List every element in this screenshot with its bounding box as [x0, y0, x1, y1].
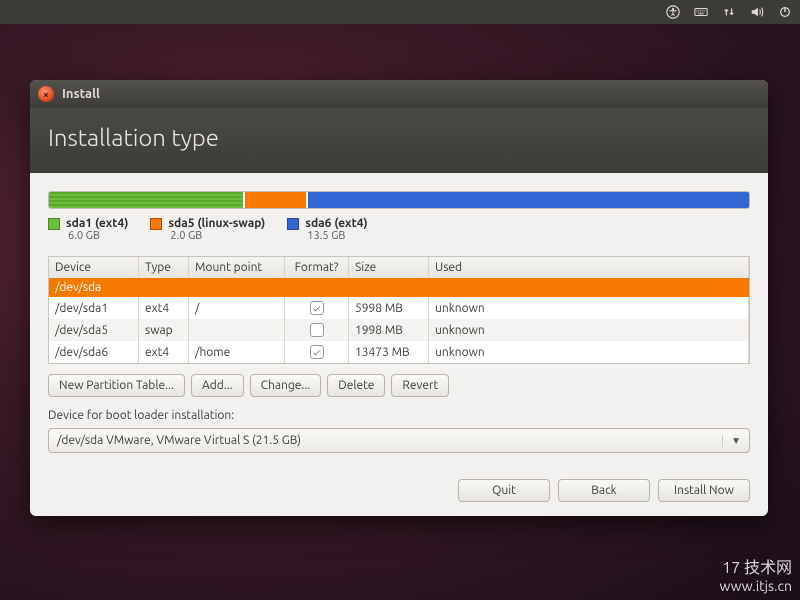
window-titlebar[interactable]: × Install [30, 80, 768, 108]
header-area: Installation type [30, 108, 768, 173]
partition-legend: sda1 (ext4) 6.0 GB sda5 (linux-swap) 2.0… [48, 217, 750, 242]
close-icon[interactable]: × [38, 86, 54, 102]
cell-device: /dev/sda6 [49, 341, 139, 363]
volume-icon[interactable] [750, 5, 764, 19]
legend-size: 13.5 GB [287, 230, 367, 242]
swatch-icon [150, 218, 162, 230]
partition-seg-sda5[interactable] [245, 192, 308, 208]
cell-mountpoint [189, 319, 285, 341]
system-menubar [0, 0, 800, 24]
th-format[interactable]: Format? [285, 257, 349, 278]
partition-table: Device Type Mount point Format? Size Use… [48, 256, 750, 364]
checkbox-icon[interactable]: ✓ [310, 345, 324, 359]
legend-label: sda1 (ext4) [66, 217, 128, 230]
cell-used: unknown [429, 297, 749, 319]
legend-item: sda1 (ext4) 6.0 GB [48, 217, 128, 242]
th-size[interactable]: Size [349, 257, 429, 278]
swatch-icon [48, 218, 60, 230]
bootloader-combo[interactable]: /dev/sda VMware, VMware Virtual S (21.5 … [48, 428, 750, 453]
add-button[interactable]: Add... [191, 374, 244, 397]
th-type[interactable]: Type [139, 257, 189, 278]
new-partition-table-button[interactable]: New Partition Table... [48, 374, 185, 397]
keyboard-icon[interactable] [694, 5, 708, 19]
th-mountpoint[interactable]: Mount point [189, 257, 285, 278]
table-row[interactable]: /dev/sda1 ext4 / ✓ 5998 MB unknown [49, 297, 749, 319]
chevron-down-icon: ▼ [722, 435, 741, 447]
cell-mountpoint: /home [189, 341, 285, 363]
legend-size: 2.0 GB [150, 230, 265, 242]
legend-size: 6.0 GB [48, 230, 128, 242]
cell-mountpoint: / [189, 297, 285, 319]
partition-bar[interactable] [48, 191, 750, 209]
cell-type: ext4 [139, 341, 189, 363]
install-now-button[interactable]: Install Now [658, 479, 750, 502]
bootloader-label: Device for boot loader installation: [48, 409, 750, 422]
window-title: Install [62, 87, 100, 101]
page-heading: Installation type [48, 124, 750, 151]
cell-size: 5998 MB [349, 297, 429, 319]
legend-item: sda6 (ext4) 13.5 GB [287, 217, 367, 242]
group-device: /dev/sda [49, 278, 749, 297]
table-header: Device Type Mount point Format? Size Use… [49, 257, 749, 278]
partition-seg-sda1[interactable] [49, 192, 245, 208]
power-icon[interactable] [778, 5, 792, 19]
legend-label: sda6 (ext4) [305, 217, 367, 230]
watermark-line2: www.itjs.cn [720, 578, 792, 594]
revert-button[interactable]: Revert [391, 374, 449, 397]
cell-type: swap [139, 319, 189, 341]
th-device[interactable]: Device [49, 257, 139, 278]
accessibility-icon[interactable] [666, 5, 680, 19]
checkbox-icon[interactable]: ✓ [310, 301, 324, 315]
cell-type: ext4 [139, 297, 189, 319]
change-button[interactable]: Change... [250, 374, 322, 397]
partition-seg-sda6[interactable] [308, 192, 749, 208]
delete-button[interactable]: Delete [327, 374, 385, 397]
quit-button[interactable]: Quit [458, 479, 550, 502]
back-button[interactable]: Back [558, 479, 650, 502]
swatch-icon [287, 218, 299, 230]
legend-item: sda5 (linux-swap) 2.0 GB [150, 217, 265, 242]
network-icon[interactable] [722, 5, 736, 19]
cell-format[interactable] [285, 319, 349, 341]
cell-format[interactable]: ✓ [285, 297, 349, 319]
installer-window: × Install Installation type sda1 (ext4) … [30, 80, 768, 516]
th-used[interactable]: Used [429, 257, 749, 278]
watermark-line1: 17 技术网 [720, 554, 792, 578]
table-row[interactable]: /dev/sda6 ext4 /home ✓ 13473 MB unknown [49, 341, 749, 363]
partition-buttons: New Partition Table... Add... Change... … [48, 374, 750, 397]
bootloader-value: /dev/sda VMware, VMware Virtual S (21.5 … [57, 434, 301, 447]
cell-device: /dev/sda1 [49, 297, 139, 319]
checkbox-icon[interactable] [310, 323, 324, 337]
table-row-group[interactable]: /dev/sda [49, 278, 749, 297]
cell-size: 13473 MB [349, 341, 429, 363]
cell-format[interactable]: ✓ [285, 341, 349, 363]
table-row[interactable]: /dev/sda5 swap 1998 MB unknown [49, 319, 749, 341]
footer-buttons: Quit Back Install Now [30, 465, 768, 516]
watermark: 17 技术网 www.itjs.cn [720, 554, 792, 594]
cell-used: unknown [429, 319, 749, 341]
cell-used: unknown [429, 341, 749, 363]
legend-label: sda5 (linux-swap) [168, 217, 265, 230]
cell-device: /dev/sda5 [49, 319, 139, 341]
cell-size: 1998 MB [349, 319, 429, 341]
